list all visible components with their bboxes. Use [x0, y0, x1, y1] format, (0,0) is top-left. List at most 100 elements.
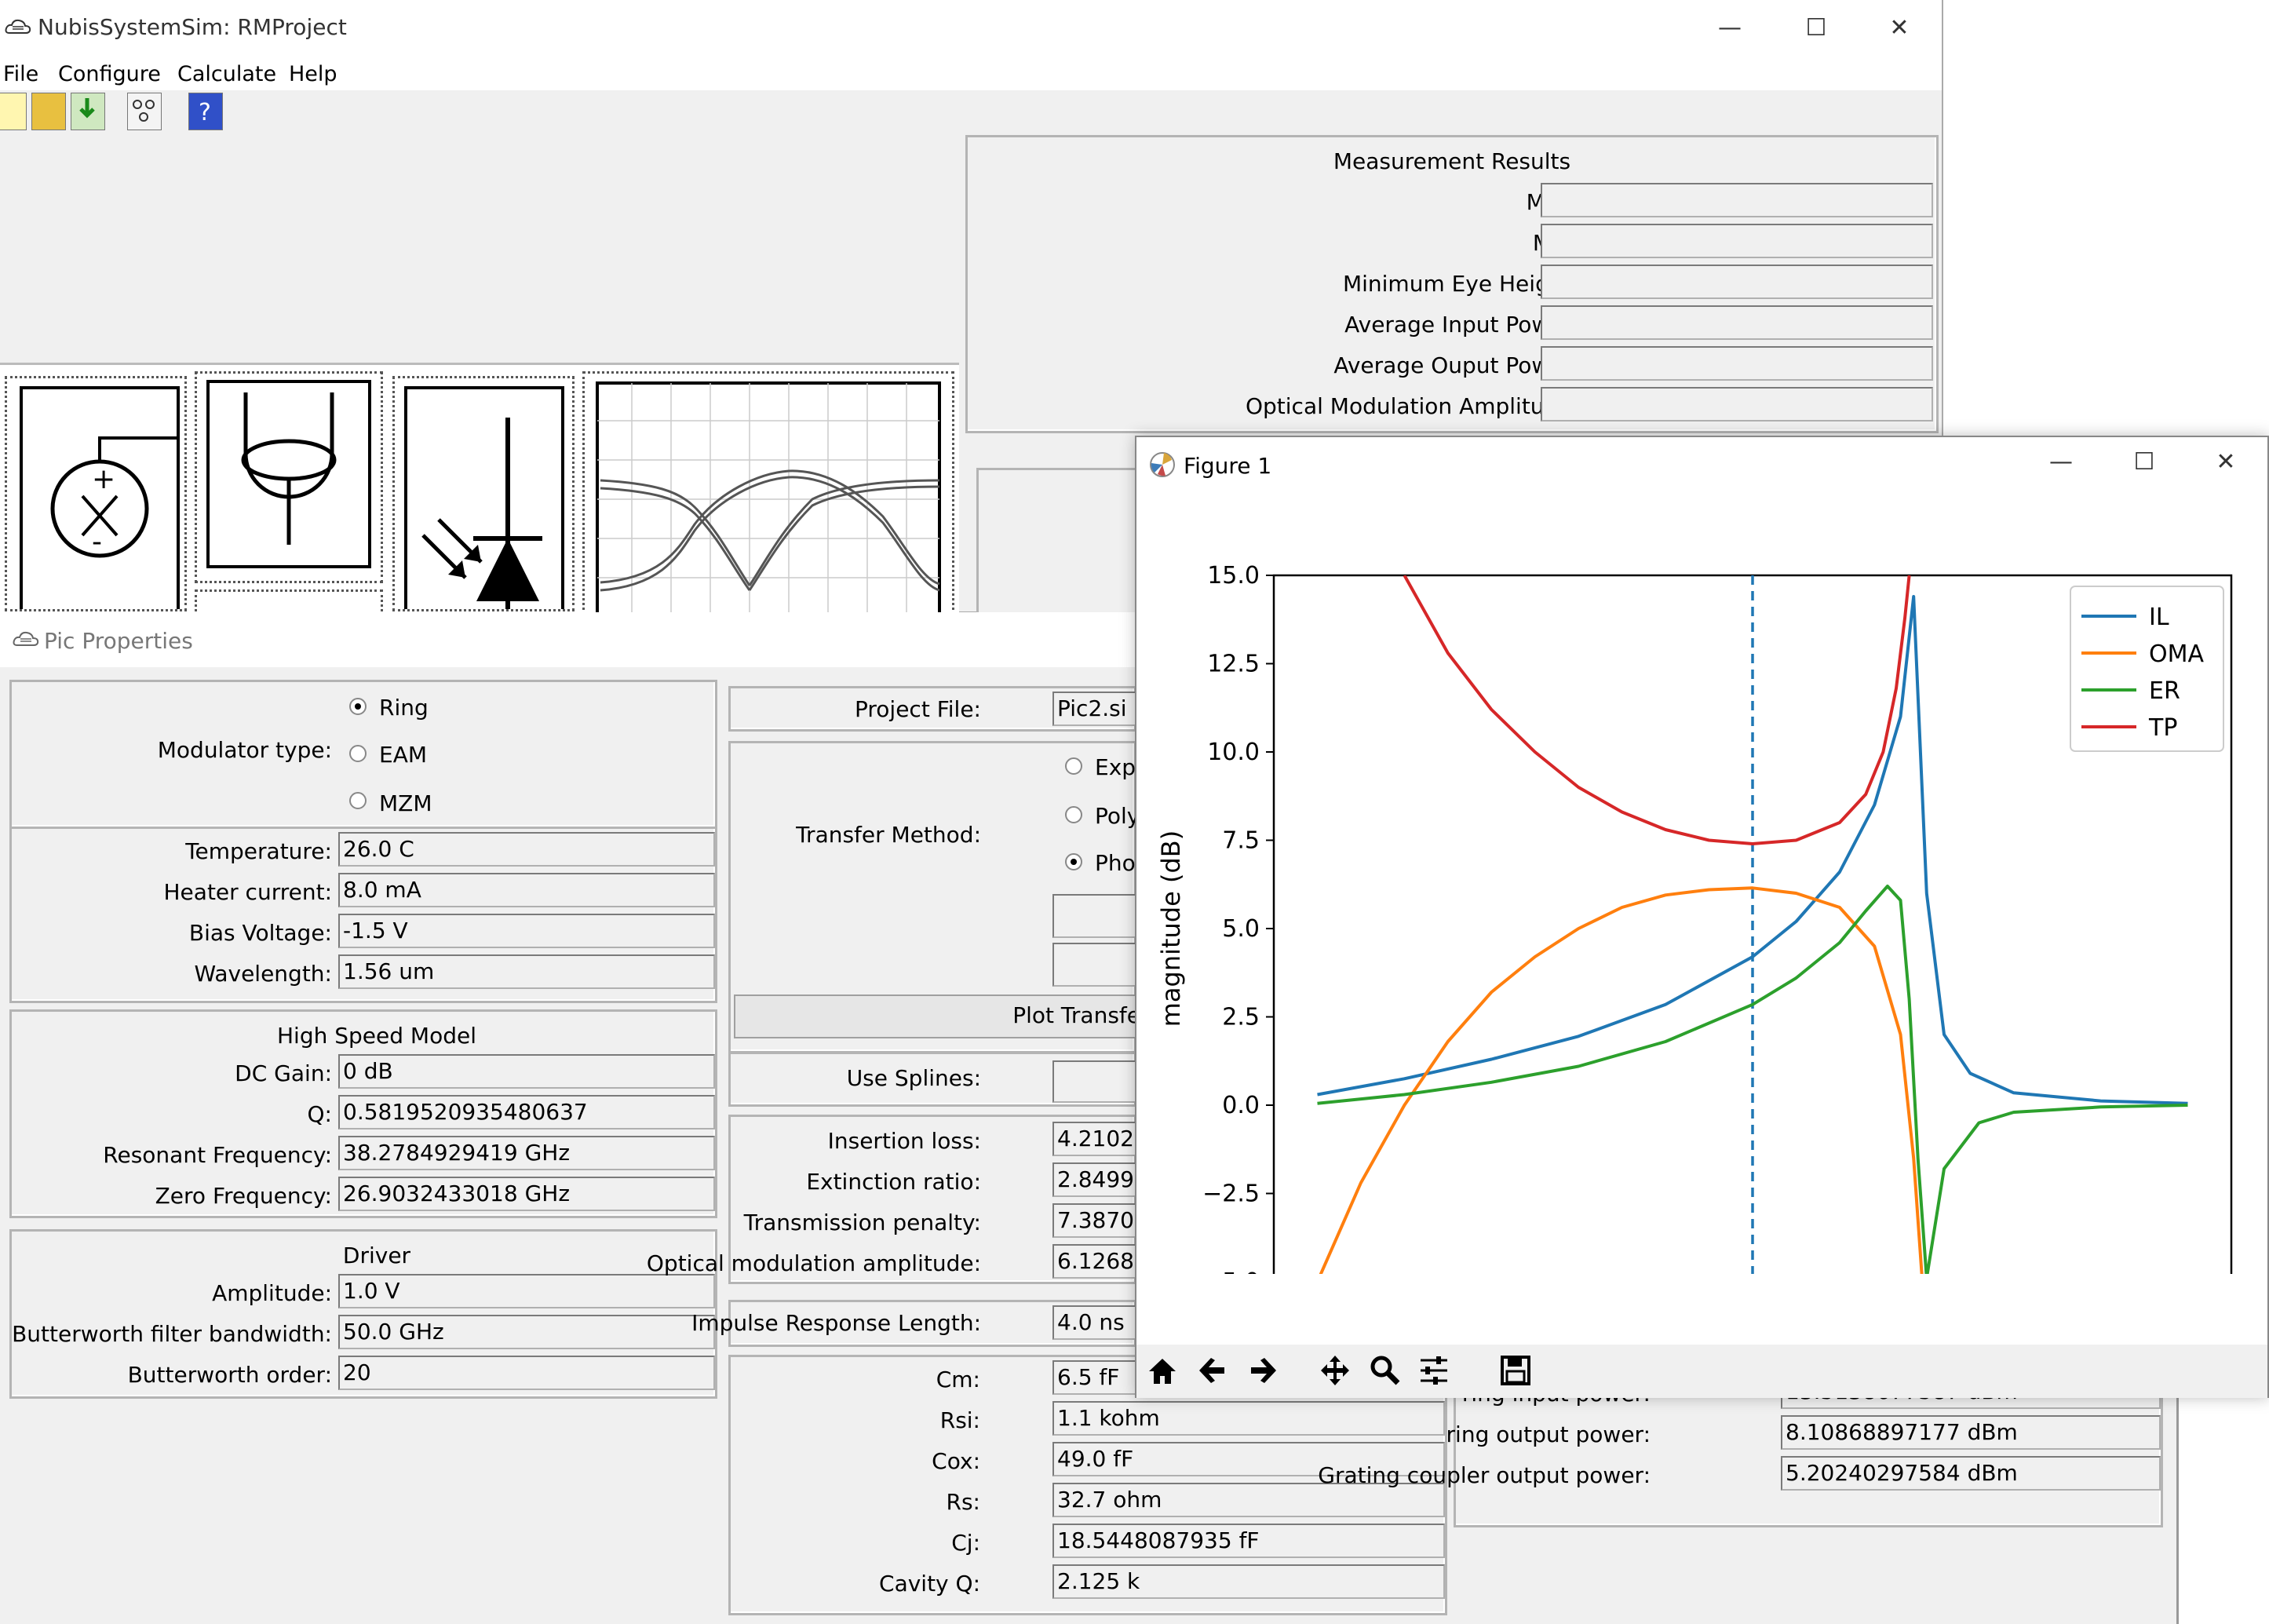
project-file-field[interactable]: Pic2.si — [1052, 692, 1147, 726]
close-button[interactable]: ✕ — [1880, 11, 1918, 46]
main-titlebar[interactable]: NubisSystemSim: RMProject — ☐ ✕ — [0, 0, 1942, 59]
measurement-results-panel: Measurement Results Max: Min: Minimum Ey… — [965, 135, 1939, 433]
configure-subplots-icon[interactable] — [1417, 1354, 1450, 1387]
optical-modulation-amplitude-field[interactable]: 6.12685 — [1052, 1244, 1147, 1279]
menu-help[interactable]: Help — [289, 62, 337, 86]
maximize-button[interactable]: ☐ — [1797, 11, 1835, 46]
ring-modulator-block[interactable] — [195, 371, 383, 583]
schematic-canvas: + - — [0, 363, 959, 621]
min-eye-height-field[interactable] — [1541, 265, 1933, 299]
transmission-penalty-field[interactable]: 7.38700 — [1052, 1203, 1147, 1238]
q-label: Q: — [307, 1101, 332, 1127]
figure-maximize-button[interactable]: ☐ — [2125, 445, 2163, 480]
cj-field[interactable]: 18.5448087935 fF — [1052, 1524, 1445, 1558]
heater-current-field[interactable]: 8.0 mA — [338, 873, 715, 907]
photodiode-block[interactable] — [392, 376, 575, 617]
resonant-frequency-field[interactable]: 38.2784929419 GHz — [338, 1136, 715, 1170]
ring-output-power-field[interactable]: 8.10868897177 dBm — [1781, 1415, 2161, 1450]
cavity-q-field[interactable]: 2.125 k — [1052, 1564, 1445, 1599]
matplotlib-icon — [1150, 452, 1175, 477]
max-field[interactable] — [1541, 183, 1933, 217]
y-tick-label: 12.5 — [1207, 651, 1260, 678]
bias-voltage-field[interactable]: -1.5 V — [338, 914, 715, 948]
impulse-response-field[interactable]: 4.0 ns — [1052, 1305, 1147, 1340]
use-splines-panel: Use Splines: — [728, 1052, 1147, 1107]
use-splines-label: Use Splines: — [846, 1065, 981, 1091]
svg-text:-: - — [92, 526, 102, 558]
extinction-ratio-field[interactable]: 2.84994 — [1052, 1162, 1147, 1197]
y-tick-label: 15.0 — [1207, 562, 1260, 589]
radio-ring[interactable] — [349, 698, 367, 715]
line-chart[interactable]: 15561558156015621564−5.0−2.50.02.55.07.5… — [1136, 489, 2267, 1274]
avg-output-power-field[interactable] — [1541, 346, 1933, 381]
use-splines-field[interactable] — [1052, 1060, 1147, 1103]
radio-exp[interactable] — [1065, 757, 1082, 775]
figure-toolbar — [1136, 1345, 2267, 1398]
grating-coupler-output-power-field[interactable]: 5.20240297584 dBm — [1781, 1456, 2161, 1491]
min-field[interactable] — [1541, 224, 1933, 258]
temperature-field[interactable]: 26.0 C — [338, 832, 715, 867]
minimize-button[interactable]: — — [1711, 11, 1749, 46]
radio-poly[interactable] — [1065, 806, 1082, 823]
oma-label: Optical Modulation Amplitude: — [1245, 393, 1579, 419]
insertion-loss-label: Insertion loss: — [827, 1128, 981, 1154]
figure-window: Figure 1 — ☐ ✕ 15561558156015621564−5.0−… — [1135, 436, 2269, 1398]
back-arrow-icon[interactable] — [1196, 1354, 1229, 1387]
avg-input-power-field[interactable] — [1541, 305, 1933, 340]
oma-field[interactable] — [1541, 387, 1933, 422]
bias-voltage-label: Bias Voltage: — [188, 920, 332, 946]
radio-phot[interactable] — [1065, 853, 1082, 870]
pan-icon[interactable] — [1319, 1354, 1352, 1387]
wavelength-field[interactable]: 1.56 um — [338, 954, 715, 989]
resonant-frequency-label: Resonant Frequency: — [103, 1142, 332, 1168]
toolbar: ? — [0, 90, 1942, 137]
menu-calculate[interactable]: Calculate — [177, 62, 276, 86]
butterworth-bandwidth-field[interactable]: 50.0 GHz — [338, 1315, 715, 1349]
impulse-response-panel: Impulse Response Length: 4.0 ns — [691, 1300, 1147, 1347]
dc-gain-field[interactable]: 0 dB — [338, 1054, 715, 1089]
high-speed-model-panel: High Speed Model DC Gain: 0 dB Q: 0.5819… — [9, 1009, 717, 1218]
menubar: File Configure Calculate Help — [0, 59, 1942, 90]
forward-arrow-icon[interactable] — [1246, 1354, 1279, 1387]
plot-transfer-button[interactable]: Plot Transfe — [734, 994, 1142, 1038]
radio-eam[interactable] — [349, 745, 367, 762]
rsi-field[interactable]: 1.1 kohm — [1052, 1401, 1445, 1436]
figure-minimize-button[interactable]: — — [2042, 445, 2080, 480]
cloud-app-icon — [5, 19, 31, 34]
zoom-icon[interactable] — [1369, 1354, 1402, 1387]
transfer-field-1[interactable] — [1052, 894, 1147, 938]
amplitude-field[interactable]: 1.0 V — [338, 1274, 715, 1308]
radio-mzm[interactable] — [349, 792, 367, 809]
impulse-response-label: Impulse Response Length: — [691, 1310, 981, 1336]
menu-file[interactable]: File — [3, 62, 38, 86]
network-icon[interactable] — [127, 93, 162, 130]
home-icon[interactable] — [1146, 1354, 1179, 1387]
transfer-method-label: Transfer Method: — [796, 822, 981, 848]
help-icon[interactable]: ? — [188, 93, 223, 130]
zero-frequency-field[interactable]: 26.9032433018 GHz — [338, 1177, 715, 1211]
driver-title: Driver — [342, 1243, 411, 1268]
modulator-type-panel: Modulator type: Ring EAM MZM — [9, 680, 717, 829]
svg-text:?: ? — [199, 99, 211, 126]
eye-diagram-block[interactable] — [582, 371, 954, 620]
open-folder-icon[interactable] — [31, 93, 66, 130]
save-download-icon[interactable] — [71, 93, 105, 130]
butterworth-order-field[interactable]: 20 — [338, 1356, 715, 1390]
optical-modulation-amplitude-label: Optical modulation amplitude: — [646, 1250, 981, 1276]
extinction-ratio-label: Extinction ratio: — [806, 1169, 981, 1195]
modulator-type-label: Modulator type: — [157, 737, 332, 763]
q-field[interactable]: 0.5819520935480637 — [338, 1095, 715, 1130]
save-figure-icon[interactable] — [1499, 1354, 1532, 1387]
amplitude-label: Amplitude: — [212, 1280, 332, 1306]
new-file-icon[interactable] — [0, 93, 27, 130]
transfer-method-panel: Transfer Method: Exp Poly Phot Plot Tran… — [728, 741, 1147, 1053]
high-speed-model-title: High Speed Model — [277, 1023, 476, 1049]
menu-configure[interactable]: Configure — [58, 62, 161, 86]
figure-titlebar[interactable]: Figure 1 — ☐ ✕ — [1136, 437, 2267, 489]
y-tick-label: −2.5 — [1202, 1181, 1260, 1208]
laser-block[interactable]: + - — [5, 376, 187, 617]
insertion-loss-field[interactable]: 4.21020 — [1052, 1122, 1147, 1156]
transfer-field-2[interactable] — [1052, 943, 1147, 987]
figure-close-button[interactable]: ✕ — [2207, 445, 2245, 480]
ring-output-power-label: ring output power: — [1446, 1421, 1651, 1447]
